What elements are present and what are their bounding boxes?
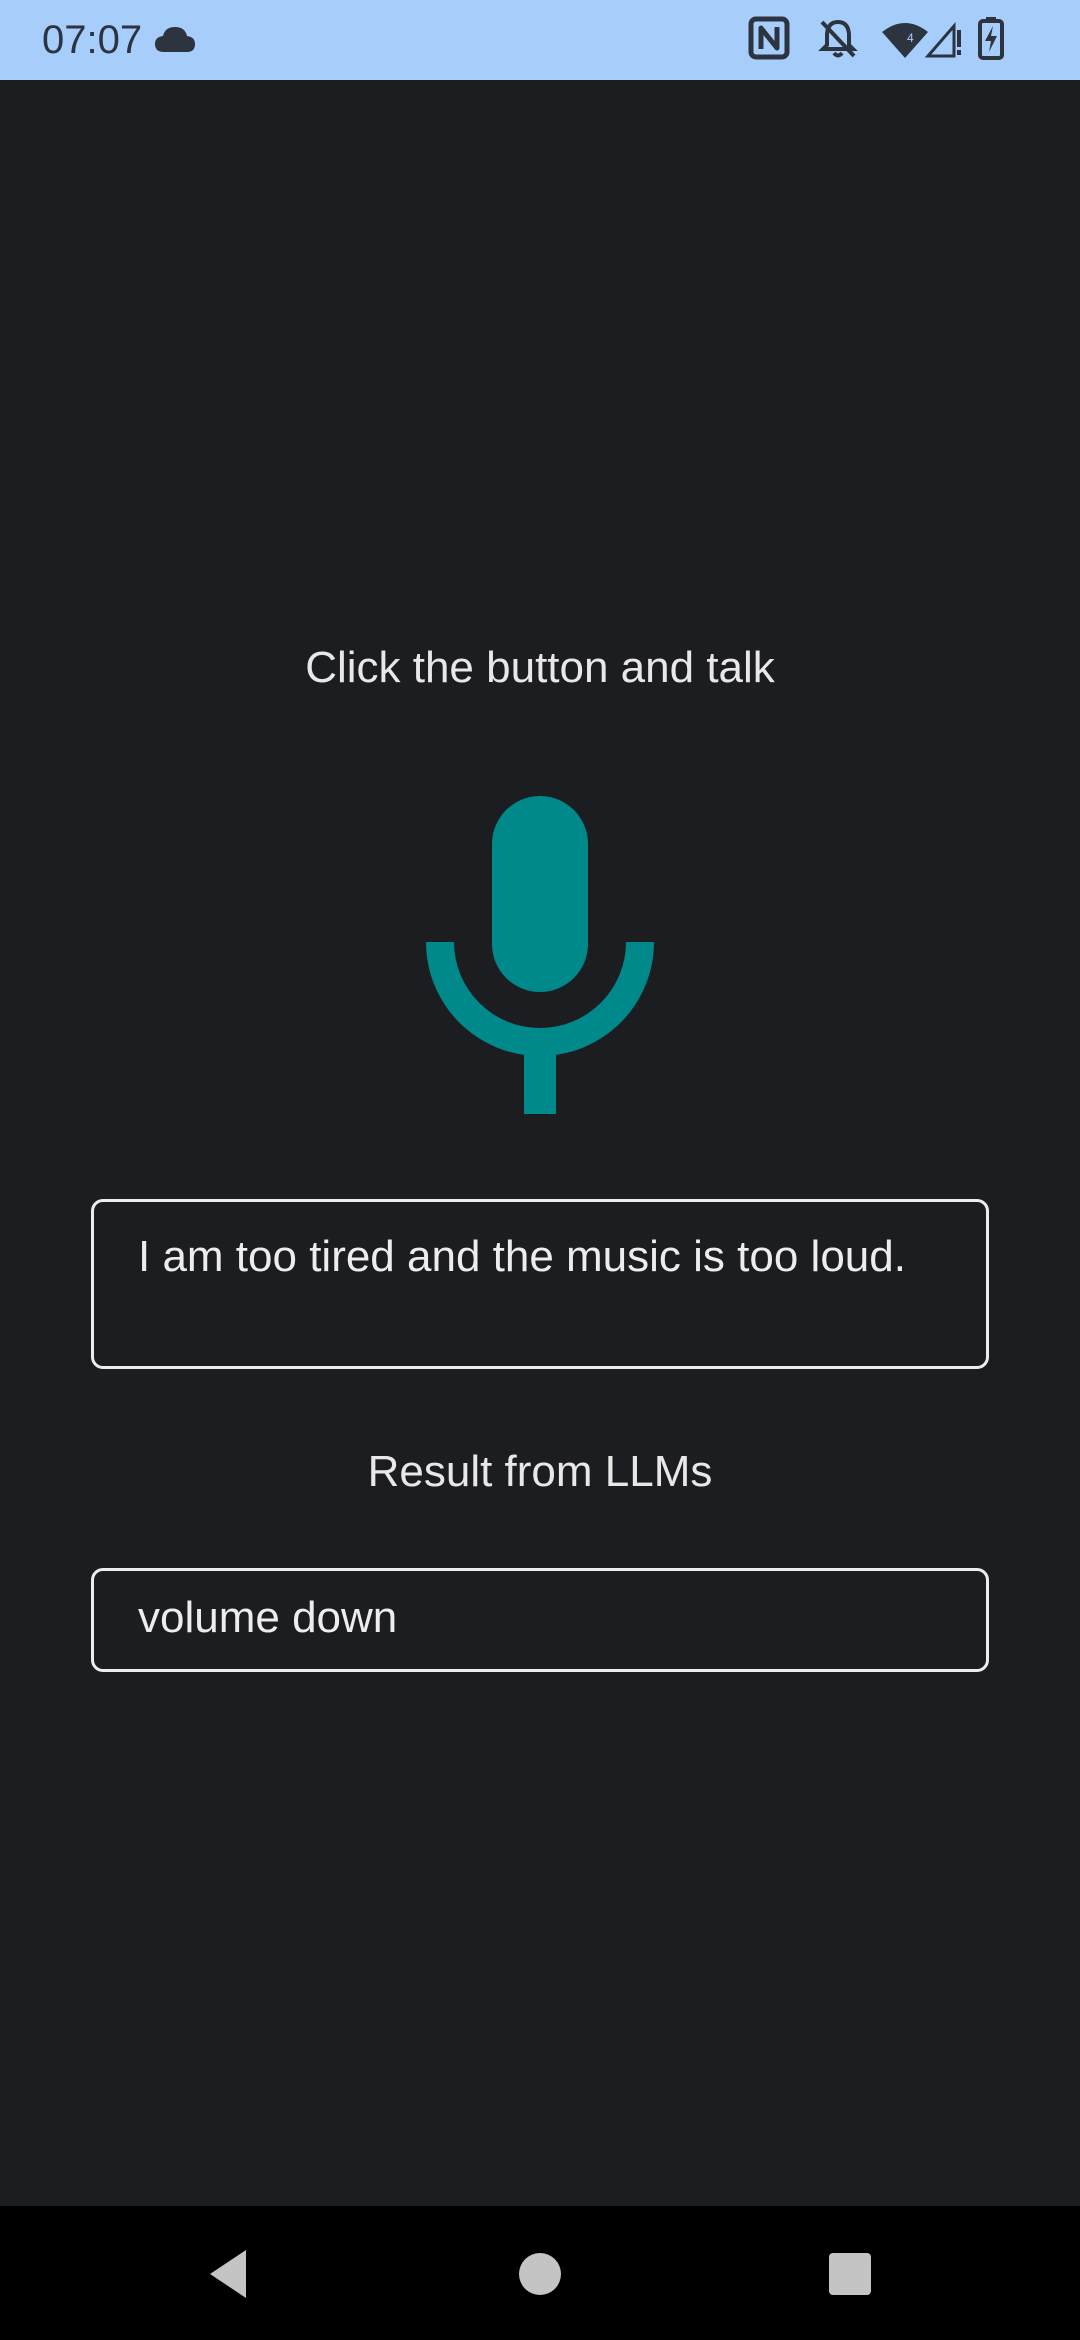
prompt-text: Click the button and talk	[305, 643, 775, 692]
transcript-field[interactable]: I am too tired and the music is too loud…	[91, 1199, 989, 1369]
nfc-icon	[748, 16, 790, 60]
home-icon[interactable]	[510, 2244, 570, 2304]
bell-off-icon	[818, 19, 858, 58]
recents-icon[interactable]	[820, 2244, 880, 2304]
signal-icon	[924, 21, 961, 58]
cloud-icon	[155, 27, 195, 52]
battery-charging-icon	[978, 17, 1004, 60]
status-bar: 07:07 4	[0, 0, 1080, 80]
status-time: 07:07	[42, 18, 143, 62]
microphone-icon	[426, 796, 654, 1114]
wifi-icon: 4	[882, 23, 928, 58]
app-screen: 07:07 4 Click the button and talk I am t…	[0, 0, 1080, 2340]
result-label: Result from LLMs	[367, 1447, 713, 1496]
microphone-button[interactable]	[420, 790, 660, 1120]
result-field[interactable]: volume down	[91, 1568, 989, 1672]
back-icon[interactable]	[198, 2244, 258, 2304]
navigation-bar	[0, 2206, 1080, 2340]
svg-text:4: 4	[907, 31, 914, 45]
